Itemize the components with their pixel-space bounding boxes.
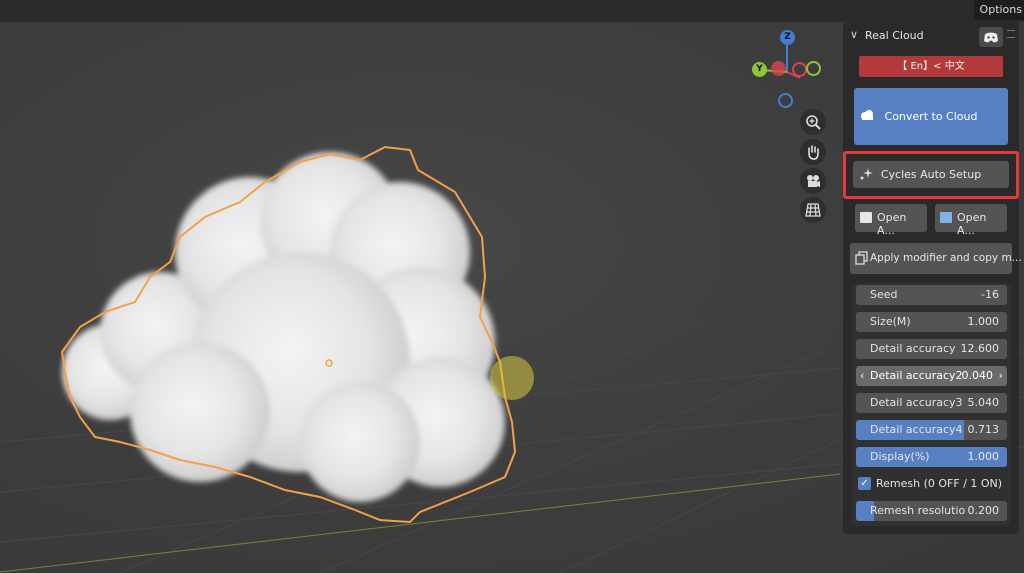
cycles-label: Cycles Auto Setup: [880, 168, 982, 181]
discord-button[interactable]: [979, 27, 1003, 47]
y-axis-handle[interactable]: Y: [752, 62, 767, 77]
archive-icon: [860, 212, 872, 223]
apply-label: Apply modifier and copy m...: [870, 252, 1022, 264]
field-value: 1.000: [967, 315, 1000, 328]
panel-header[interactable]: ∨ Real Cloud: [843, 22, 1019, 48]
size-field[interactable]: Size(M) 1.000: [856, 312, 1007, 332]
increment-arrow-icon[interactable]: ›: [999, 369, 1003, 382]
detail-accuracy2-field[interactable]: ‹ Detail accuracy2 0.040 ›: [856, 366, 1007, 386]
copy-icon: [855, 251, 868, 265]
ortho-toggle-button[interactable]: [800, 197, 826, 223]
camera-view-button[interactable]: [800, 168, 826, 194]
properties-group: Seed -16 Size(M) 1.000 Detail accuracy 1…: [852, 283, 1011, 526]
light-gizmo[interactable]: [490, 356, 534, 400]
decrement-arrow-icon[interactable]: ‹: [860, 369, 864, 382]
detail-accuracy4-slider[interactable]: Detail accuracy4 0.713: [856, 420, 1007, 440]
camera-icon: [807, 175, 820, 187]
cloud-object[interactable]: [62, 152, 505, 502]
convert-label: Convert to Cloud: [884, 110, 978, 123]
real-cloud-panel: ∨ Real Cloud 【 En】< 中文 Convert to Cloud …: [843, 22, 1022, 534]
neg-z-axis-handle[interactable]: [778, 93, 793, 108]
seed-field[interactable]: Seed -16: [856, 285, 1007, 305]
display-percent-slider[interactable]: Display(%) 1.000: [856, 447, 1007, 467]
z-axis-handle[interactable]: Z: [780, 30, 795, 45]
field-label: Detail accuracy: [870, 342, 956, 355]
apply-modifier-button[interactable]: Apply modifier and copy m...: [850, 243, 1022, 274]
open-button-1[interactable]: Open A...: [855, 204, 927, 237]
field-label: Display(%): [870, 450, 930, 463]
field-label: Remesh resolutio: [870, 504, 966, 517]
field-value: 0.040: [961, 369, 994, 382]
neg-y-axis-handle[interactable]: [806, 61, 821, 76]
panel-title: Real Cloud: [865, 29, 924, 42]
field-value: -16: [981, 288, 999, 301]
field-label: Detail accuracy2: [870, 369, 963, 382]
open-label-1: Open A...: [877, 211, 907, 237]
options-button[interactable]: Options: [973, 0, 1024, 20]
cycles-auto-setup-button[interactable]: Cycles Auto Setup: [853, 161, 1009, 188]
zoom-button[interactable]: [800, 109, 826, 135]
detail-accuracy3-field[interactable]: Detail accuracy3 5.040: [856, 393, 1007, 413]
archive-icon: [940, 212, 952, 223]
field-value: 0.200: [967, 504, 1000, 517]
grid-icon: [805, 203, 821, 217]
pan-button[interactable]: [800, 139, 826, 165]
magnifier-plus-icon: [806, 115, 821, 130]
collapse-chevron-icon[interactable]: ∨: [850, 28, 858, 41]
field-label: Detail accuracy3: [870, 396, 963, 409]
open-label-2: Open A...: [957, 211, 987, 237]
remesh-checkbox-row[interactable]: ✓ Remesh (0 OFF / 1 ON): [856, 474, 1007, 494]
open-button-2[interactable]: Open A...: [935, 204, 1007, 237]
field-value: 12.600: [960, 342, 1000, 355]
hand-icon: [808, 145, 819, 160]
field-label: Size(M): [870, 315, 911, 328]
x-axis-line: [0, 473, 841, 573]
field-label: Detail accuracy4: [870, 423, 963, 436]
navigation-gizmo[interactable]: Z Y: [750, 30, 830, 110]
field-value: 0.713: [967, 423, 1000, 436]
detail-accuracy-field[interactable]: Detail accuracy 12.600: [856, 339, 1007, 359]
field-value: 1.000: [967, 450, 1000, 463]
checkmark-icon[interactable]: ✓: [858, 477, 871, 490]
top-header-bar: Options: [0, 0, 1024, 22]
field-label: Seed: [870, 288, 898, 301]
remesh-resolution-slider[interactable]: Remesh resolutio 0.200: [856, 501, 1007, 521]
language-switch-button[interactable]: 【 En】< 中文: [859, 56, 1003, 77]
checkbox-label: Remesh (0 OFF / 1 ON): [876, 477, 1003, 490]
x-axis-handle[interactable]: [771, 61, 786, 76]
discord-icon: [984, 32, 998, 43]
field-value: 5.040: [967, 396, 1000, 409]
neg-x-axis-handle[interactable]: [792, 62, 807, 77]
convert-to-cloud-button[interactable]: Convert to Cloud: [854, 88, 1008, 145]
drag-grip-icon[interactable]: [1007, 30, 1015, 38]
